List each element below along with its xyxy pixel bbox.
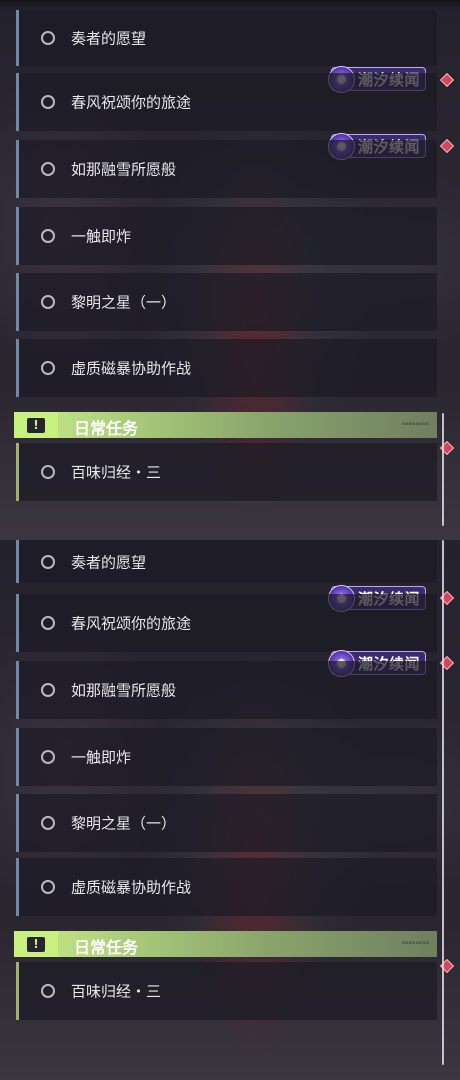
- quest-circle-icon: [41, 616, 55, 630]
- quest-row-4[interactable]: 一触即炸: [16, 207, 437, 265]
- quest-label: 一触即炸: [71, 748, 132, 767]
- daily-section-header[interactable]: ! 日常任务 ▪▪▪▪▪▪▪▪: [14, 412, 437, 438]
- quest-row-1[interactable]: 奏者的愿望: [16, 10, 437, 66]
- diamond-marker-icon: [439, 138, 455, 154]
- quest-row-4[interactable]: 一触即炸: [16, 728, 437, 786]
- quest-label: 黎明之星（一）: [71, 293, 177, 312]
- quest-label: 春风祝颂你的旅途: [71, 614, 192, 633]
- quest-row-6[interactable]: 虚质磁暴协助作战: [16, 339, 437, 397]
- daily-quest-row[interactable]: 百味归经・三: [16, 443, 437, 501]
- quest-panel-bottom: 奏者的愿望 ✦ 潮汐续闻 春风祝颂你的旅途 ✦ 潮汐续闻 如那融雪所愿般 一触即…: [0, 540, 460, 1080]
- daily-title: 日常任务: [74, 419, 139, 438]
- quest-circle-icon: [41, 295, 55, 309]
- quest-label: 春风祝颂你的旅途: [71, 93, 192, 112]
- quest-label: 虚质磁暴协助作战: [71, 359, 192, 378]
- quest-circle-icon: [41, 554, 55, 569]
- alert-icon: !: [14, 412, 58, 438]
- quest-row-3[interactable]: 如那融雪所愿般: [16, 140, 437, 198]
- quest-label: 虚质磁暴协助作战: [71, 878, 192, 897]
- quest-row-5[interactable]: 黎明之星（一）: [16, 273, 437, 331]
- quest-row-5[interactable]: 黎明之星（一）: [16, 794, 437, 852]
- quest-label: 百味归经・三: [71, 982, 162, 1001]
- header-decoration: ▪▪▪▪▪▪▪▪: [401, 940, 429, 946]
- quest-circle-icon: [41, 162, 55, 176]
- quest-label: 奏者的愿望: [71, 553, 147, 571]
- quest-circle-icon: [41, 361, 55, 375]
- header-decoration: ▪▪▪▪▪▪▪▪: [401, 421, 429, 427]
- quest-circle-icon: [41, 465, 55, 479]
- quest-circle-icon: [41, 31, 55, 45]
- quest-label: 如那融雪所愿般: [71, 681, 177, 700]
- quest-circle-icon: [41, 880, 55, 894]
- quest-label: 一触即炸: [71, 227, 132, 246]
- daily-section-header[interactable]: ! 日常任务 ▪▪▪▪▪▪▪▪: [14, 931, 437, 957]
- quest-circle-icon: [41, 816, 55, 830]
- daily-quest-row[interactable]: 百味归经・三: [16, 962, 437, 1020]
- quest-circle-icon: [41, 750, 55, 764]
- quest-label: 百味归经・三: [71, 463, 162, 482]
- quest-label: 黎明之星（一）: [71, 814, 177, 833]
- quest-label: 奏者的愿望: [71, 29, 147, 48]
- daily-title: 日常任务: [74, 938, 139, 957]
- quest-row-1[interactable]: 奏者的愿望: [16, 540, 437, 583]
- quest-circle-icon: [41, 229, 55, 243]
- quest-circle-icon: [41, 683, 55, 697]
- scrollbar[interactable]: [442, 413, 444, 526]
- top-shadow: [0, 0, 460, 10]
- quest-label: 如那融雪所愿般: [71, 160, 177, 179]
- alert-icon: !: [14, 931, 58, 957]
- diamond-marker-icon: [439, 72, 455, 88]
- quest-row-6[interactable]: 虚质磁暴协助作战: [16, 858, 437, 916]
- quest-row-2[interactable]: 春风祝颂你的旅途: [16, 73, 437, 131]
- quest-circle-icon: [41, 95, 55, 109]
- quest-panel-top: 奏者的愿望 ✦ 潮汐续闻 春风祝颂你的旅途 ✦ 潮汐续闻 如那融雪所愿般 一触即…: [0, 0, 460, 540]
- quest-row-3[interactable]: 如那融雪所愿般: [16, 661, 437, 719]
- quest-circle-icon: [41, 984, 55, 998]
- scrollbar[interactable]: [442, 540, 444, 1065]
- quest-row-2[interactable]: 春风祝颂你的旅途: [16, 594, 437, 652]
